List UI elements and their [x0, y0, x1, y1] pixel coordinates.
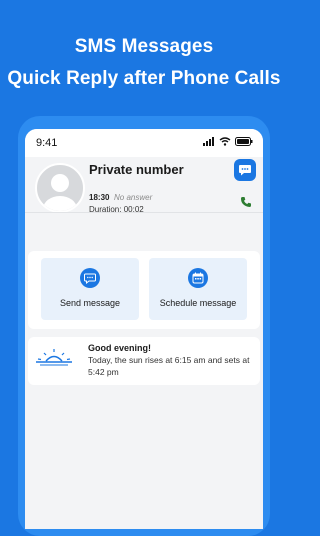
avatar	[35, 163, 85, 213]
message-button[interactable]	[234, 159, 256, 181]
calendar-icon	[192, 272, 204, 284]
greeting-card: Good evening! Today, the sun rises at 6:…	[28, 337, 260, 385]
schedule-message-label: Schedule message	[159, 298, 237, 308]
schedule-message-button[interactable]: Schedule message	[149, 258, 247, 320]
status-bar: 9:41	[25, 129, 263, 157]
call-status: No answer	[114, 193, 153, 202]
wifi-icon	[219, 137, 231, 146]
schedule-message-icon-wrap	[188, 268, 208, 288]
send-message-label: Send message	[59, 298, 121, 308]
send-message-icon-wrap	[80, 268, 100, 288]
battery-icon	[235, 137, 253, 146]
greeting-text: Today, the sun rises at 6:15 am and sets…	[88, 355, 250, 377]
chat-bubble-icon	[239, 165, 251, 176]
call-back-button[interactable]	[240, 195, 252, 213]
status-time: 9:41	[36, 137, 58, 149]
phone-screen: 9:41 Private number 18:30 No answer Dura…	[25, 129, 263, 529]
content-area: Send message Schedule message Good eveni…	[25, 245, 263, 529]
caller-name: Private number	[89, 162, 184, 177]
caller-card: Private number 18:30 No answer Duration:…	[25, 157, 263, 273]
headline-quick-reply: Quick Reply after Phone Calls	[7, 68, 281, 89]
signal-icon	[203, 137, 214, 146]
status-icons	[203, 137, 253, 146]
actions-card: Send message Schedule message	[28, 251, 260, 329]
person-icon	[43, 174, 77, 211]
sunset-icon	[36, 349, 72, 366]
greeting-title: Good evening!	[88, 343, 151, 353]
duration-value: 00:02	[123, 205, 144, 214]
duration-label: Duration:	[89, 205, 122, 214]
call-duration: Duration: 00:02	[89, 205, 144, 214]
send-message-button[interactable]: Send message	[41, 258, 139, 320]
call-time: 18:30	[89, 193, 110, 202]
phone-icon	[241, 197, 251, 207]
headline-sms: SMS Messages	[74, 36, 214, 57]
chat-bubble-icon	[84, 273, 96, 284]
divider	[25, 212, 263, 213]
